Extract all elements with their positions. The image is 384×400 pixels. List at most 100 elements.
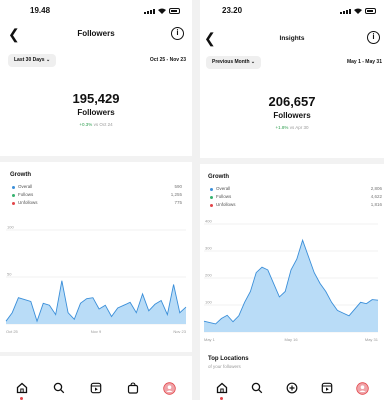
legend-dot [12,202,15,205]
legend-dot [210,196,213,199]
signal-icon [340,9,351,14]
y-tick-label: 200 [205,273,212,278]
nav-bar: ❮ Followers i [0,26,192,44]
legend-value: 1,816 [370,202,382,207]
y-tick-label: 100 [7,225,14,230]
nav-bar: ❮ Insights i [200,30,384,48]
reels-icon [90,382,102,394]
x-tick-label: May 31 [365,337,379,342]
period-label: Last 30 Days [14,57,45,63]
tab-bar [0,376,192,400]
legend-name: Overall [216,186,231,191]
status-icons [144,8,180,14]
growth-legend: Overall 590 Follows 1,255 Unfollows 775 [12,184,182,208]
x-tick-label: Nov 23 [173,329,186,334]
legend-dot [210,188,213,191]
chevron-down-icon: ⌄ [45,57,51,63]
chevron-down-icon: ⌄ [250,59,256,65]
page-title: Insights [279,35,305,42]
wifi-icon [354,8,362,14]
followers-delta: +0.3% vs Oct 24 [0,122,192,127]
followers-screen: 19.48 ❮ Followers i Last 30 Days ⌄ Oct 2… [0,0,192,400]
screen-divider [192,0,200,400]
legend-dot [12,194,15,197]
add-post-icon [286,382,298,394]
x-tick-label: May 16 [284,337,298,342]
tab-shop[interactable] [125,380,141,396]
legend-value: 1,255 [170,192,182,197]
followers-delta: +1.8% vs Apr 30 [200,125,384,130]
shop-icon [127,382,138,394]
legend-value: 4,622 [370,194,382,199]
status-bar: 23.20 [200,6,384,20]
date-range: May 1 - May 31 [346,59,382,65]
followers-summary: 195,429 Followers +0.3% vs Oct 24 [0,91,192,127]
tab-reels[interactable] [88,380,104,396]
followers-label: Followers [77,108,115,117]
delta-value: +1.8% [275,125,289,130]
signal-icon [144,9,155,14]
top-locations-title: Top Locations [208,356,249,362]
legend-dot [12,186,15,189]
tab-home[interactable] [214,380,230,400]
profile-avatar-icon [356,381,369,395]
status-time: 23.20 [222,6,243,15]
status-time: 19.48 [30,6,51,15]
legend-name: Unfollows [216,202,236,207]
date-range: Oct 25 - Nov 23 [149,57,186,63]
period-label: Previous Month [212,59,250,65]
legend-unfollows: Unfollows 1,816 [210,202,382,210]
followers-label: Followers [273,111,311,120]
battery-icon [169,8,180,14]
tab-search[interactable] [249,380,265,396]
legend-unfollows: Unfollows 775 [12,200,182,208]
legend-name: Overall [18,184,33,189]
home-icon [216,382,227,394]
filter-row: Last 30 Days ⌄ Oct 25 - Nov 23 [8,54,186,68]
area-chart-svg: 100500Oct 25Nov 9Nov 23 [5,225,187,334]
tab-profile[interactable] [162,380,178,396]
tab-reels[interactable] [319,380,335,396]
tab-bar [200,376,384,400]
growth-title: Growth [208,174,229,180]
info-circle-icon[interactable]: i [367,31,380,44]
y-tick-label: 50 [7,272,12,277]
tab-create[interactable] [284,380,300,396]
area-chart-svg: 4003002001000May 1May 16May 31 [203,219,379,342]
growth-area [6,280,186,324]
section-divider [200,158,384,164]
legend-value: 2,806 [370,186,382,191]
legend-value: 590 [174,184,182,189]
wifi-icon [158,8,166,14]
growth-chart: 100500Oct 25Nov 9Nov 23 [5,225,188,336]
y-tick-label: 300 [205,246,212,251]
followers-total: 206,657 [268,94,316,109]
status-bar: 19.48 [0,6,192,20]
x-tick-label: Oct 25 [6,329,19,334]
delta-text: vs Apr 30 [289,125,309,130]
filter-row: Previous Month ⌄ May 1 - May 31 [206,56,382,70]
profile-avatar-icon [163,381,176,395]
delta-value: +0.3% [79,122,93,127]
growth-legend: Overall 2,806 Follows 4,622 Unfollows 1,816 [210,186,382,210]
growth-chart: 4003002001000May 1May 16May 31 [203,219,380,344]
x-tick-label: May 1 [204,337,216,342]
legend-dot [210,204,213,207]
reels-icon [321,382,333,394]
legend-name: Unfollows [18,200,38,205]
period-dropdown[interactable]: Previous Month ⌄ [206,56,262,69]
section-divider [0,352,192,356]
tab-profile[interactable] [354,380,370,396]
home-icon [17,382,28,394]
legend-follows: Follows 1,255 [12,192,182,200]
status-icons [340,8,376,14]
tab-home[interactable] [14,380,30,400]
growth-title: Growth [10,172,31,178]
insights-screen: 23.20 ❮ Insights i Previous Month ⌄ May … [200,0,384,400]
y-tick-label: 400 [205,219,212,224]
delta-text: vs Oct 24 [93,122,113,127]
info-circle-icon[interactable]: i [171,27,184,40]
tab-search[interactable] [51,380,67,396]
period-dropdown[interactable]: Last 30 Days ⌄ [8,54,57,67]
followers-total: 195,429 [72,91,120,106]
